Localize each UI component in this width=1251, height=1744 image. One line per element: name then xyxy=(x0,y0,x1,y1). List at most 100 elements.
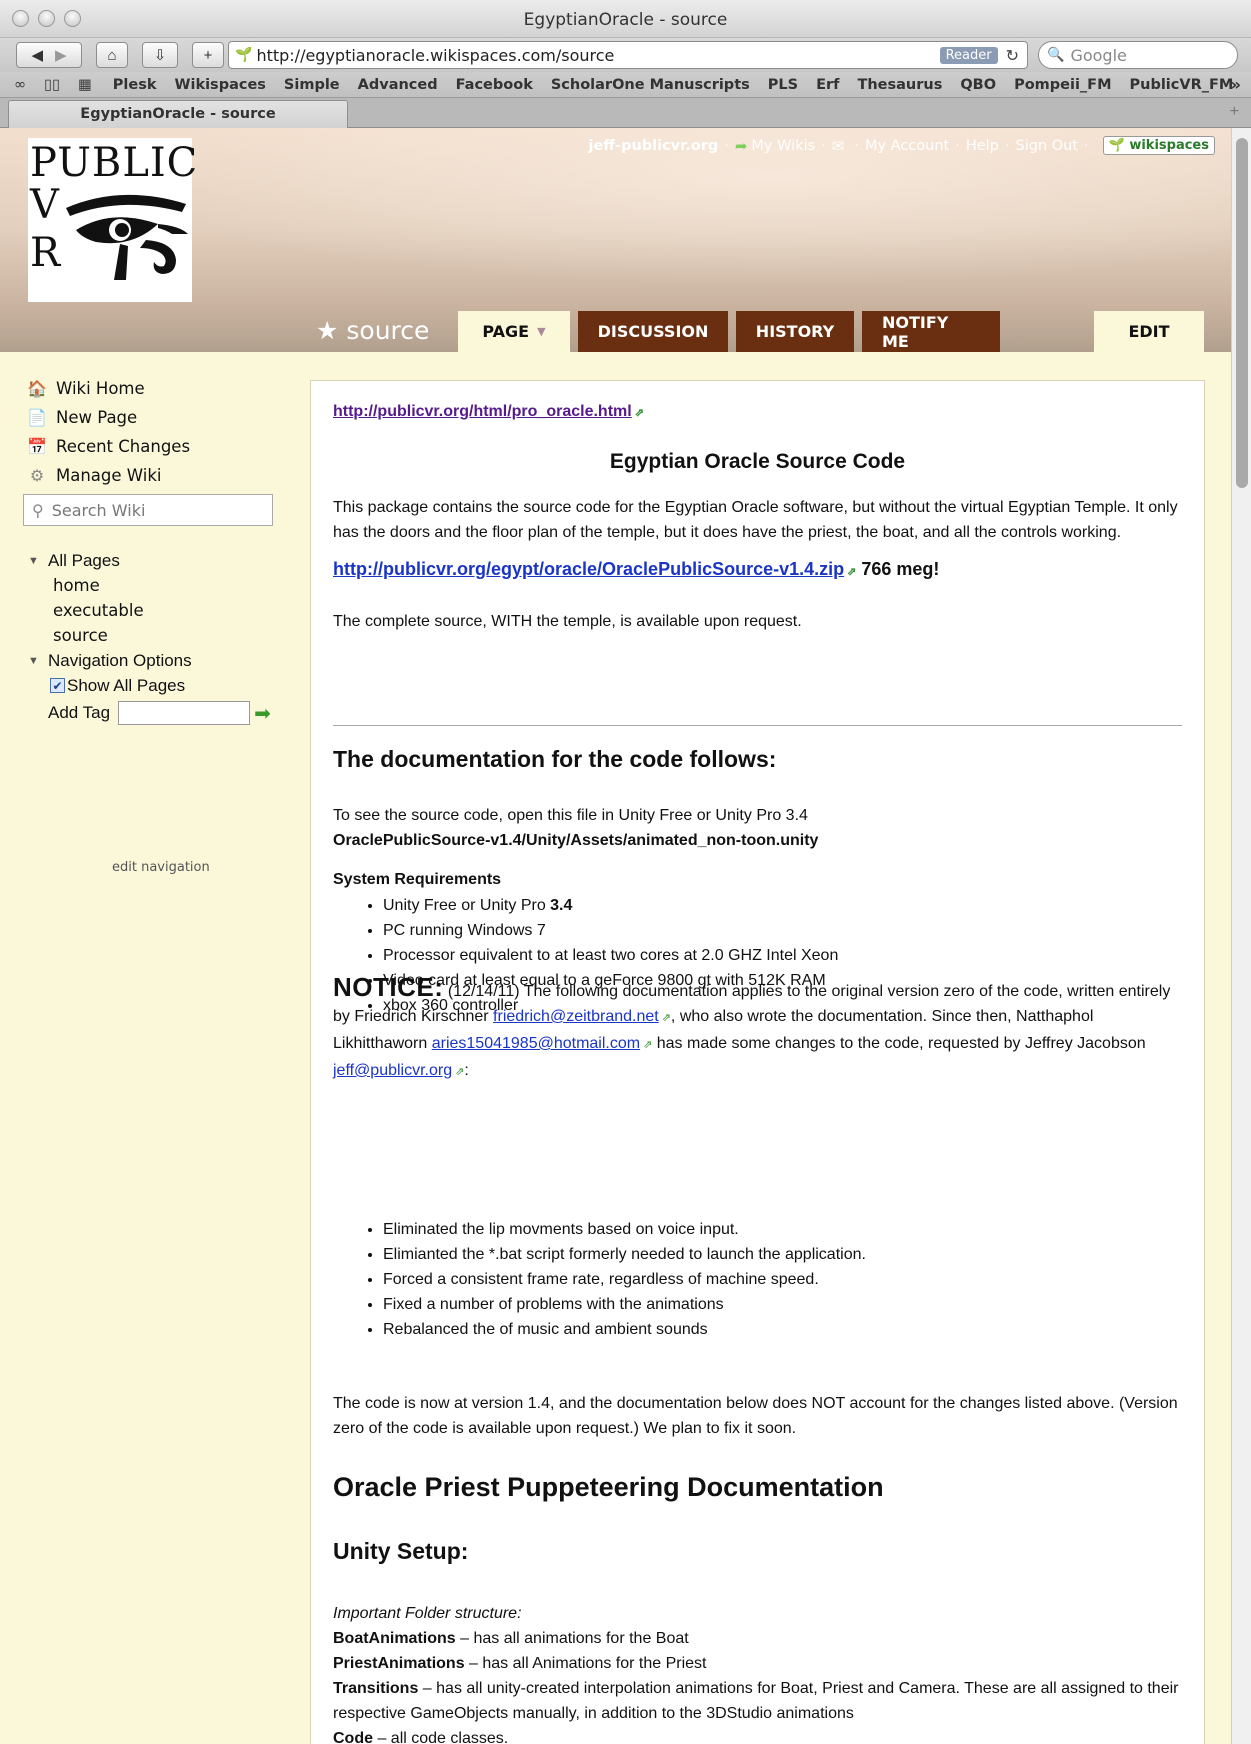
sidebar-page-source[interactable]: source xyxy=(28,623,271,648)
publicvr-logo[interactable]: PUBLIC V R xyxy=(28,138,197,302)
sidebar-item-manage-wiki[interactable]: ⚙ Manage Wiki xyxy=(26,461,190,490)
email-link[interactable]: aries15041985@hotmail.com xyxy=(432,1035,640,1052)
sidebar-item-recent-changes[interactable]: 📅 Recent Changes xyxy=(26,432,190,461)
help-link[interactable]: Help xyxy=(966,138,999,154)
forward-arrow-icon[interactable]: ▶ xyxy=(55,46,67,64)
address-bar[interactable]: 🌱 http://egyptianoracle.wikispaces.com/s… xyxy=(228,41,1028,69)
bookmark-item[interactable]: Facebook xyxy=(447,77,542,93)
username-link[interactable]: jeff-publicvr.org xyxy=(589,138,719,154)
intro-paragraph: This package contains the source code fo… xyxy=(333,499,1178,541)
show-all-pages-checkbox[interactable]: ✔ xyxy=(50,678,65,693)
triangle-down-icon[interactable]: ▼ xyxy=(28,655,48,667)
bookmarks-bar: ∞ ▯▯ ▦ Plesk Wikispaces Simple Advanced … xyxy=(0,72,1251,98)
tab-history[interactable]: HISTORY xyxy=(736,311,854,352)
page-tabs: PAGE ▼ DISCUSSION HISTORY NOTIFY ME EDIT xyxy=(458,311,1204,352)
reader-button[interactable]: Reader xyxy=(939,46,998,64)
bookmark-item[interactable]: Plesk xyxy=(104,77,166,93)
notice-text: : xyxy=(464,1062,469,1079)
bookmark-item[interactable]: PLS xyxy=(759,77,807,93)
reading-list-icon[interactable]: ∞ xyxy=(14,77,26,93)
bookmark-item[interactable]: Erf xyxy=(807,77,848,93)
top-sites-grid-icon[interactable]: ▦ xyxy=(78,77,92,93)
browser-tab[interactable]: EgyptianOracle - source xyxy=(8,100,348,128)
go-arrow-icon[interactable]: ➡ xyxy=(254,701,271,726)
add-tag-input[interactable] xyxy=(118,701,251,725)
changes-list: Eliminated the lip movments based on voi… xyxy=(333,1217,866,1342)
zip-size: 766 meg! xyxy=(861,559,940,579)
external-link-icon: ⇗ xyxy=(661,1012,671,1024)
bookmark-item[interactable]: Simple xyxy=(275,77,349,93)
star-icon[interactable]: ★ xyxy=(316,316,338,345)
my-wikis-arrow-icon: ➦ xyxy=(734,136,748,155)
bookmark-item[interactable]: Wikispaces xyxy=(165,77,274,93)
back-forward-buttons[interactable]: ◀ ▶ xyxy=(16,42,82,68)
navigation-options-toggle[interactable]: ▼ Navigation Options xyxy=(28,648,271,673)
folder-desc: – has all unity-created interpolation an… xyxy=(333,1680,1179,1722)
more-bookmarks-icon[interactable]: » xyxy=(1231,75,1241,94)
sign-out-link[interactable]: Sign Out xyxy=(1015,138,1078,154)
wikispaces-badge[interactable]: 🌱 wikispaces xyxy=(1102,136,1215,155)
sidebar-page-home[interactable]: home xyxy=(28,573,271,598)
page-tree: ▼ All Pages home executable source ▼ Nav… xyxy=(28,548,271,728)
reload-icon[interactable]: ↻ xyxy=(1006,46,1019,65)
eye-of-horus-icon xyxy=(66,194,188,280)
list-item: Forced a consistent frame rate, regardle… xyxy=(383,1267,866,1292)
tab-notify-me[interactable]: NOTIFY ME xyxy=(862,311,1000,352)
my-account-link[interactable]: My Account xyxy=(865,138,949,154)
bookmarks-book-icon[interactable]: ▯▯ xyxy=(44,77,60,93)
notice-text: has made some changes to the code, reque… xyxy=(652,1035,1146,1052)
new-tab-button[interactable]: + xyxy=(192,42,224,68)
bookmark-item[interactable]: PublicVR_FM xyxy=(1121,77,1243,93)
folder-name: Code xyxy=(333,1730,373,1744)
sidebar-item-new-page[interactable]: 📄 New Page xyxy=(26,403,190,432)
vertical-scrollbar[interactable] xyxy=(1231,128,1251,1744)
all-pages-label: All Pages xyxy=(48,550,120,570)
my-wikis-link[interactable]: My Wikis xyxy=(751,138,815,154)
add-bookmark-button[interactable]: ⇩ xyxy=(142,42,178,68)
search-field[interactable]: 🔍 Google xyxy=(1038,41,1238,69)
edit-navigation-link[interactable]: edit navigation xyxy=(112,860,210,875)
sidebar-item-wiki-home[interactable]: 🏠 Wiki Home xyxy=(26,374,190,403)
priest-heading: Oracle Priest Puppeteering Documentation xyxy=(333,1472,884,1502)
sidebar-item-label: Recent Changes xyxy=(56,437,191,456)
search-wiki-input[interactable]: ⚲ Search Wiki xyxy=(23,494,273,526)
address-url: http://egyptianoracle.wikispaces.com/sou… xyxy=(256,45,615,65)
triangle-down-icon[interactable]: ▼ xyxy=(28,555,48,567)
bookmark-item[interactable]: QBO xyxy=(951,77,1005,93)
back-arrow-icon[interactable]: ◀ xyxy=(31,46,43,64)
zip-download-link[interactable]: http://publicvr.org/egypt/oracle/OracleP… xyxy=(333,559,844,579)
tab-discussion[interactable]: DISCUSSION xyxy=(578,311,728,352)
tab-edit[interactable]: EDIT xyxy=(1094,311,1204,352)
bookmark-item[interactable]: Advanced xyxy=(349,77,447,93)
sidebar-page-executable[interactable]: executable xyxy=(28,598,271,623)
list-item: Rebalanced the of music and ambient soun… xyxy=(383,1317,866,1342)
folder-desc: – has all animations for the Boat xyxy=(455,1630,689,1647)
mail-icon[interactable]: ✉ xyxy=(832,137,845,155)
new-tab-plus-icon[interactable]: + xyxy=(1230,103,1239,121)
email-link[interactable]: friedrich@zeitbrand.net xyxy=(493,1008,659,1025)
page-title: ★ source xyxy=(316,316,429,345)
version-paragraph: The code is now at version 1.4, and the … xyxy=(333,1395,1178,1437)
chevron-down-icon[interactable]: ▼ xyxy=(537,325,545,338)
folder-name: BoatAnimations xyxy=(333,1630,456,1647)
folder-desc: – has all Animations for the Priest xyxy=(464,1655,707,1672)
page-viewport: PUBLIC V R jeff-publicvr.org · ➦ My Wiki… xyxy=(0,128,1251,1744)
bookmark-item[interactable]: Pompeii_FM xyxy=(1005,77,1120,93)
title-bar: EgyptianOracle - source xyxy=(0,0,1251,38)
page-content: http://publicvr.org/html/pro_oracle.html… xyxy=(310,380,1205,1744)
wikispaces-plant-icon: 🌱 xyxy=(1108,138,1125,153)
external-link-icon: ⇗ xyxy=(847,566,857,578)
home-button[interactable]: ⌂ xyxy=(96,42,128,68)
sysreq-heading: System Requirements xyxy=(333,871,502,888)
tab-page[interactable]: PAGE ▼ xyxy=(458,311,570,352)
open-instructions: To see the source code, open this file i… xyxy=(333,803,1182,853)
folder-name: PriestAnimations xyxy=(333,1655,465,1672)
bookmark-item[interactable]: Thesaurus xyxy=(848,77,951,93)
email-link[interactable]: jeff@publicvr.org xyxy=(333,1062,452,1079)
all-pages-toggle[interactable]: ▼ All Pages xyxy=(28,548,271,573)
bookmark-item[interactable]: ScholarOne Manuscripts xyxy=(542,77,759,93)
pro-oracle-link[interactable]: http://publicvr.org/html/pro_oracle.html xyxy=(333,403,632,420)
top-link-row: http://publicvr.org/html/pro_oracle.html… xyxy=(333,399,1182,426)
horizontal-rule xyxy=(333,725,1182,726)
scrollbar-thumb[interactable] xyxy=(1236,138,1248,488)
